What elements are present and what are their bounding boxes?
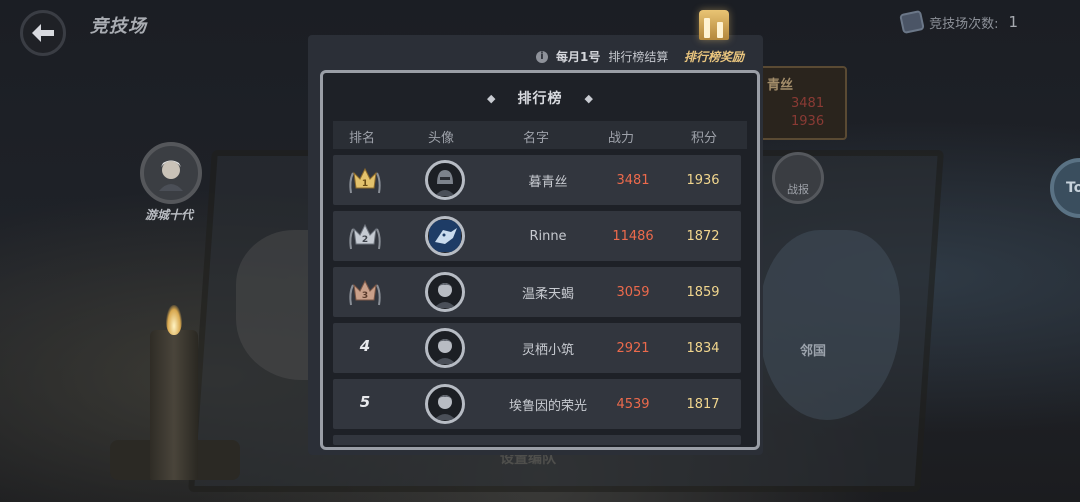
leaderboard-rows: 1 暮青丝 3481 1936 2 Rinne 11486 1872 3 温柔天… [333, 155, 741, 447]
player-power: 2921 [616, 340, 650, 356]
arena-count: 竞技场次数: 1 [899, 9, 1018, 35]
avatar[interactable] [425, 328, 465, 368]
ornament-right-icon: ◆ [584, 91, 593, 105]
battle-report-label: 战报 [787, 183, 809, 196]
ranking-reward-label: 排行榜奖励 [683, 50, 744, 64]
player-avatar[interactable] [140, 142, 202, 204]
leaderboard-title: 排行榜 [517, 91, 563, 107]
opponent-card-power: 3481 [791, 96, 825, 111]
dragon-portrait-icon [429, 220, 461, 252]
player-score: 1817 [686, 396, 720, 412]
character-portrait-icon [159, 160, 183, 191]
leaderboard-row-partial[interactable] [333, 435, 741, 445]
ranking-reward-tab[interactable]: 排行榜奖励 [676, 10, 752, 66]
neighbor-label: 邻国 [800, 344, 827, 359]
opponent-card-name: 青丝 [767, 78, 794, 93]
ticket-icon [899, 9, 925, 35]
gold-crown-icon: 1 [349, 167, 381, 194]
page-title: 竞技场 [90, 16, 147, 37]
edge-button-label: To [1066, 180, 1080, 196]
column-name: 名字 [523, 131, 550, 146]
player-name: 温柔天蝎 [521, 286, 574, 302]
svg-text:2: 2 [362, 235, 368, 245]
bronze-crown-icon: 3 [349, 279, 381, 306]
svg-text:3: 3 [362, 291, 368, 301]
arena-count-label: 竞技场次数: [929, 16, 999, 32]
column-rank: 排名 [349, 131, 376, 146]
info-icon[interactable]: i [536, 50, 548, 63]
player-score: 1936 [686, 172, 720, 188]
avatar[interactable] [425, 272, 465, 312]
player-name: 暮青丝 [528, 174, 568, 190]
battle-report-button[interactable]: 战报 [772, 152, 824, 204]
opponent-card-score: 1936 [791, 114, 825, 129]
leaderboard-row[interactable]: 5 埃鲁因的荣光 4539 1817 [333, 379, 741, 429]
leaderboard-row[interactable]: 1 暮青丝 3481 1936 [333, 155, 741, 205]
podium-trophy-icon [699, 10, 729, 40]
character-portrait-icon [434, 339, 456, 364]
candle [150, 330, 198, 480]
rank-number: 4 [359, 337, 371, 355]
player-name: Rinne [529, 228, 567, 244]
rank-number: 5 [359, 393, 371, 411]
silver-crown-icon: 2 [349, 223, 381, 250]
knight-helmet-icon [435, 170, 455, 196]
avatar[interactable] [425, 160, 465, 200]
settle-date: 每月1号 [556, 50, 601, 64]
leaderboard-row[interactable]: 4 灵栖小筑 2921 1834 [333, 323, 741, 373]
leaderboard-column-headers: 排名 头像 名字 战力 积分 [333, 121, 747, 149]
column-avatar: 头像 [428, 131, 455, 146]
player-power: 3481 [616, 172, 650, 188]
back-arrow-icon [32, 24, 54, 42]
leaderboard-header: ◆ 排行榜 ◆ [323, 81, 757, 115]
player-power: 3059 [616, 284, 650, 300]
leaderboard-row[interactable]: 2 Rinne 11486 1872 [333, 211, 741, 261]
player-score: 1859 [686, 284, 720, 300]
ranking-rule-bar: i 每月1号 排行榜结算 [536, 48, 668, 65]
player-power: 4539 [616, 396, 650, 412]
avatar[interactable] [425, 384, 465, 424]
settle-text: 排行榜结算 [608, 50, 669, 64]
arena-count-value: 1 [1008, 13, 1018, 31]
svg-text:1: 1 [362, 179, 368, 189]
avatar[interactable] [425, 216, 465, 256]
ornament-left-icon: ◆ [487, 91, 496, 105]
back-button[interactable] [20, 10, 66, 56]
player-power: 11486 [612, 228, 654, 244]
column-power: 战力 [608, 131, 635, 146]
player-score: 1872 [686, 228, 720, 244]
player-name: 埃鲁因的荣光 [508, 398, 587, 414]
leaderboard-row[interactable]: 3 温柔天蝎 3059 1859 [333, 267, 741, 317]
player-score: 1834 [686, 340, 720, 356]
leaderboard-panel: ◆ 排行榜 ◆ 排名 头像 名字 战力 积分 1 暮青丝 3481 1936 2… [320, 70, 760, 450]
player-name: 灵栖小筑 [521, 342, 574, 358]
character-portrait-icon [434, 395, 456, 420]
column-score: 积分 [691, 131, 718, 146]
player-name: 游城十代 [145, 208, 194, 222]
candle-flame [166, 305, 182, 335]
character-portrait-icon [434, 283, 456, 308]
